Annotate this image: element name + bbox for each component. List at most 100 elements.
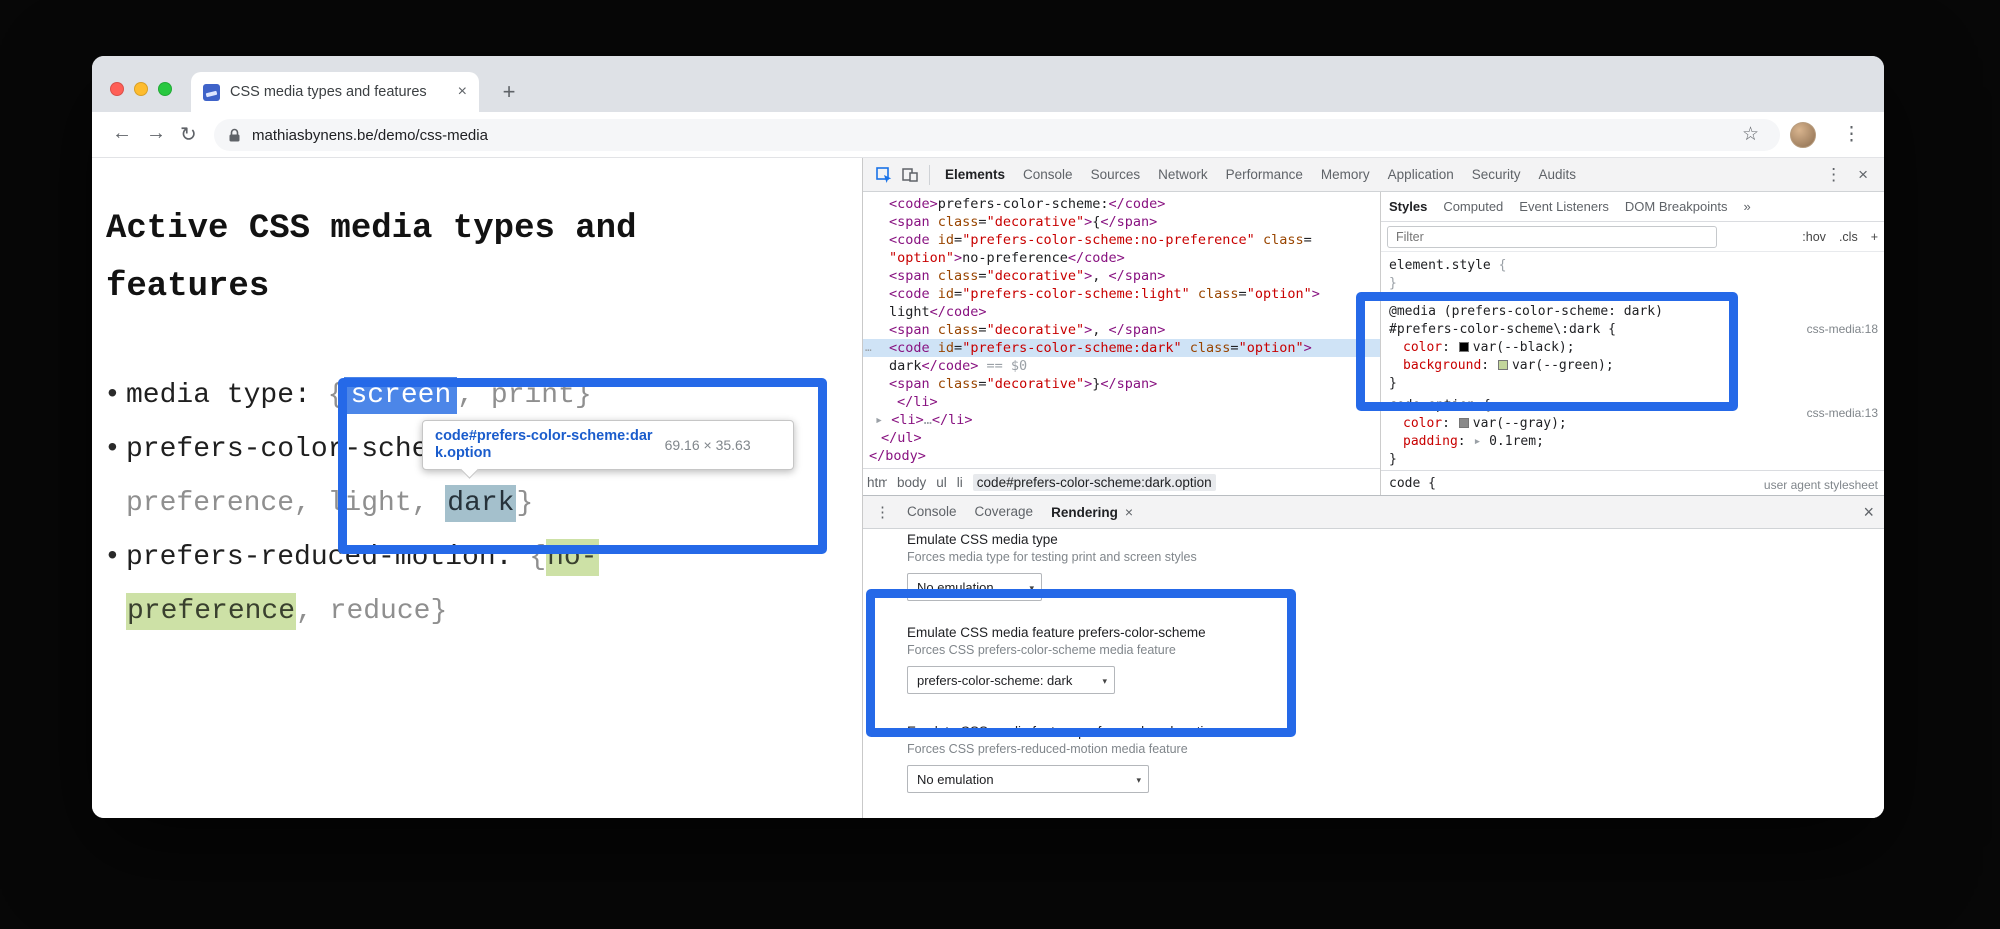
css-line[interactable]: } (1389, 452, 1884, 470)
styles-filter-input[interactable] (1387, 226, 1717, 248)
divider (929, 165, 930, 185)
dom-tree-row[interactable]: light</code> (863, 303, 1380, 321)
drawer-tab-rendering[interactable]: Rendering× (1042, 496, 1142, 529)
breadcrumb-item[interactable]: html (867, 475, 887, 490)
close-tab-icon[interactable]: × (1125, 504, 1133, 520)
breadcrumb-item[interactable]: body (897, 475, 926, 490)
devtools-tab-elements[interactable]: Elements (936, 158, 1014, 191)
forward-icon[interactable]: → (146, 122, 166, 145)
url-text: mathiasbynens.be/demo/css-media (252, 127, 488, 144)
back-icon[interactable]: ← (112, 122, 132, 145)
breadcrumb-item[interactable]: code#prefers-color-scheme:dark.option (973, 474, 1216, 491)
dom-tree-row[interactable]: <span class="decorative">, </span> (863, 321, 1380, 339)
devtools-tab-application[interactable]: Application (1379, 158, 1463, 191)
breadcrumb-item[interactable]: ul (936, 475, 947, 490)
section-title: Emulate CSS media type (907, 532, 1197, 547)
section-desc: Forces CSS prefers-reduced-motion media … (907, 742, 1218, 756)
dom-tree-row[interactable]: "option">no-preference</code> (863, 249, 1380, 267)
css-line[interactable]: code { (1389, 476, 1884, 494)
color-swatch[interactable] (1459, 418, 1469, 428)
window-controls (110, 82, 172, 96)
dom-tree-row[interactable]: <span class="decorative">}</span> (863, 375, 1380, 393)
highlighted-option: preference (126, 593, 296, 630)
devtools-tab-console[interactable]: Console (1014, 158, 1082, 191)
styles-tab-styles[interactable]: Styles (1381, 192, 1435, 221)
device-toolbar-icon[interactable] (897, 162, 923, 188)
dom-tree-row[interactable]: <code id="prefers-color-scheme:no-prefer… (863, 231, 1380, 249)
drawer-tab-console[interactable]: Console (898, 496, 966, 529)
maximize-window-button[interactable] (158, 82, 172, 96)
prefers-reduced-motion-select[interactable]: No emulation ▾ (907, 765, 1149, 793)
devtools-tab-sources[interactable]: Sources (1082, 158, 1150, 191)
drawer-menu-icon[interactable]: ⋮ (867, 503, 898, 521)
page-text: media type: (126, 380, 328, 411)
new-tab-button[interactable]: + (494, 77, 524, 107)
address-bar[interactable]: mathiasbynens.be/demo/css-media (214, 119, 1780, 151)
css-line[interactable]: color: var(--gray); (1389, 416, 1884, 434)
reload-icon[interactable]: ↻ (180, 122, 197, 147)
bullet-glyph: • (104, 542, 121, 573)
styles-tab-event-listeners[interactable]: Event Listeners (1511, 192, 1617, 221)
dom-tree-row[interactable]: <span class="decorative">, </span> (863, 267, 1380, 285)
annotation-box-page (338, 378, 827, 554)
breadcrumb-item[interactable]: li (957, 475, 963, 490)
dom-tree-row[interactable]: </li> (863, 393, 1380, 411)
section-desc: Forces media type for testing print and … (907, 550, 1197, 564)
devtools-tab-performance[interactable]: Performance (1217, 158, 1312, 191)
bookmark-star-icon[interactable]: ☆ (1742, 123, 1759, 146)
devtools-menu-icon[interactable]: ⋮ (1817, 165, 1850, 185)
dom-tree-row[interactable]: ▸ <li>…</li> (863, 411, 1380, 429)
toggle-hover-state-button[interactable]: :hov (1802, 230, 1826, 244)
toggle-class-button[interactable]: .cls (1839, 230, 1858, 244)
minimize-window-button[interactable] (134, 82, 148, 96)
devtools-tab-network[interactable]: Network (1149, 158, 1217, 191)
css-line[interactable]: element.style { (1389, 258, 1884, 276)
dom-tree-row[interactable]: <span class="decorative">{</span> (863, 213, 1380, 231)
browser-toolbar: ← → ↻ mathiasbynens.be/demo/css-media ☆ … (92, 112, 1884, 158)
styles-tab-dom-breakpoints[interactable]: DOM Breakpoints (1617, 192, 1736, 221)
devtools-tab-memory[interactable]: Memory (1312, 158, 1379, 191)
dom-tree-row[interactable]: …<code id="prefers-color-scheme:dark" cl… (863, 339, 1380, 357)
dom-tree-row[interactable]: </ul> (863, 429, 1380, 447)
inspect-element-icon[interactable] (871, 162, 897, 188)
bullet-glyph: • (104, 434, 121, 465)
annotation-box-rendering (866, 589, 1296, 737)
styles-sidebar-tabs: StylesComputedEvent ListenersDOM Breakpo… (1381, 192, 1884, 222)
divider (1381, 470, 1884, 471)
page-text: , reduce} (296, 596, 447, 627)
profile-avatar[interactable] (1790, 122, 1816, 148)
browser-menu-icon[interactable]: ⋮ (1842, 123, 1861, 146)
new-style-rule-button[interactable]: + (1871, 230, 1878, 244)
styles-tab-computed[interactable]: Computed (1435, 192, 1511, 221)
tab-strip: CSS media types and features × + (92, 56, 1884, 112)
drawer-tabs: ⋮ ConsoleCoverageRendering× × (863, 496, 1884, 529)
styles-filter-row: :hov .cls + (1381, 222, 1884, 252)
devtools-close-icon[interactable]: × (1850, 165, 1876, 185)
lock-icon (228, 128, 241, 143)
dom-tree-row[interactable]: <code id="prefers-color-scheme:light" cl… (863, 285, 1380, 303)
annotation-box-styles (1356, 292, 1738, 411)
close-drawer-icon[interactable]: × (1863, 502, 1874, 523)
drawer-tab-coverage[interactable]: Coverage (966, 496, 1043, 529)
elements-dom-tree: <code>prefers-color-scheme:</code><span … (863, 192, 1380, 468)
more-tabs-icon[interactable]: » (1736, 192, 1759, 221)
element-style-rule: element.style {} (1389, 258, 1884, 294)
css-line[interactable]: padding: ▸ 0.1rem; (1389, 434, 1884, 452)
favicon-icon (203, 84, 220, 101)
devtools-toolbar: ElementsConsoleSourcesNetworkPerformance… (863, 158, 1884, 192)
devtools-tab-security[interactable]: Security (1463, 158, 1530, 191)
breadcrumb: html bodyulli code#prefers-color-scheme:da… (863, 468, 1380, 495)
dom-tree-row[interactable]: dark</code> == $0 (863, 357, 1380, 375)
devtools-tab-audits[interactable]: Audits (1530, 158, 1586, 191)
close-tab-icon[interactable]: × (458, 84, 467, 100)
bullet-line-prefers-reduced-motion-2: preference, reduce} (126, 596, 447, 636)
close-window-button[interactable] (110, 82, 124, 96)
page-heading: Active CSS media types andfeatures (106, 200, 637, 316)
overflow-ellipsis-icon[interactable]: … (865, 339, 873, 357)
dom-tree-row[interactable]: <code>prefers-color-scheme:</code> (863, 195, 1380, 213)
browser-tab[interactable]: CSS media types and features × (191, 72, 479, 112)
browser-window: CSS media types and features × + ← → ↻ m… (92, 56, 1884, 818)
dom-tree-row[interactable]: </body> (863, 447, 1380, 465)
chevron-down-icon: ▾ (1136, 775, 1141, 786)
devtools-tabs: ElementsConsoleSourcesNetworkPerformance… (936, 158, 1585, 191)
